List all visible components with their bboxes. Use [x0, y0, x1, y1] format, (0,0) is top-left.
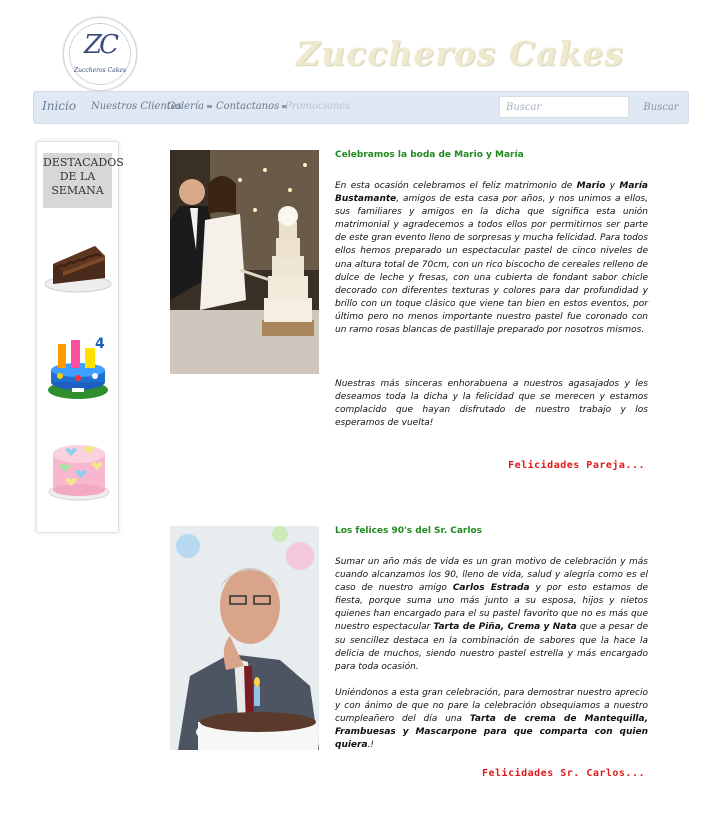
featured-heading: DESTACADOS DE LA SEMANA: [43, 153, 124, 208]
bold-text-run: Tarta de Piña, Crema y Nata: [433, 622, 577, 633]
nav-item-label: Contactanos: [216, 101, 280, 112]
featured-heading-line: DE LA: [59, 170, 96, 183]
featured-heading-line: SEMANA: [51, 184, 104, 197]
post-signoff-link[interactable]: Felicidades Sr. Carlos...: [482, 768, 645, 779]
post-title[interactable]: Celebramos la boda de Mario y María: [335, 150, 524, 160]
chocolate-cake-slice-icon[interactable]: [43, 234, 113, 296]
post-title[interactable]: Los felices 90's del Sr. Carlos: [335, 526, 482, 536]
brand-logo[interactable]: ZC Zuccheros Cakes: [63, 17, 137, 91]
nav-item-promociones[interactable]: Promociones: [285, 101, 350, 112]
post-paragraph: Nuestras más sinceras enhorabuena a nues…: [335, 378, 648, 430]
elderly-man-birthday-cake-photo: [170, 526, 319, 750]
nav-item-label: Galería: [167, 101, 205, 112]
toy-number-4-cake-icon[interactable]: 4: [45, 330, 111, 402]
search-input[interactable]: [499, 96, 629, 118]
post-paragraph: Uniéndonos a esta gran celebración, para…: [335, 687, 648, 752]
featured-heading-line: DESTACADOS: [43, 156, 124, 169]
featured-sidebar: DESTACADOS DE LA SEMANA 4: [36, 141, 124, 533]
wedding-couple-cutting-cake-photo: [170, 150, 319, 374]
nav-item-galeria[interactable]: Galería: [167, 101, 213, 112]
nav-item-contactanos[interactable]: Contactanos: [216, 101, 288, 112]
text-run: Nuestras más sinceras enhorabuena a nues…: [335, 379, 648, 429]
post-paragraph: En esta ocasión celebramos el feliz matr…: [335, 180, 648, 337]
site-title: Zuccheros Cakes: [296, 34, 624, 73]
post-signoff-link[interactable]: Felicidades Pareja...: [508, 460, 645, 471]
logo-monogram: ZC: [84, 30, 119, 60]
text-run: En esta ocasión celebramos el feliz matr…: [335, 181, 577, 191]
text-run: .!: [367, 740, 375, 751]
text-run: y: [605, 181, 620, 191]
search-button[interactable]: Buscar: [639, 96, 683, 118]
dropdown-caret-icon: [207, 105, 213, 108]
post-paragraph: Sumar un año más de vida es un gran moti…: [335, 556, 648, 674]
main-navbar: Inicio Nuestros Clientes Galería Contact…: [33, 91, 689, 124]
bold-text-run: Carlos Estrada: [452, 583, 530, 594]
bold-text-run: Mario: [576, 181, 606, 191]
nav-item-label: Promociones: [285, 101, 351, 112]
text-run: , amigos de esta casa por años, y nos un…: [335, 194, 648, 336]
nav-home-link[interactable]: Inicio: [42, 99, 76, 113]
svg-text:4: 4: [95, 336, 105, 352]
pink-hearts-cake-icon[interactable]: [45, 434, 113, 504]
logo-text: Zuccheros Cakes: [73, 67, 127, 74]
